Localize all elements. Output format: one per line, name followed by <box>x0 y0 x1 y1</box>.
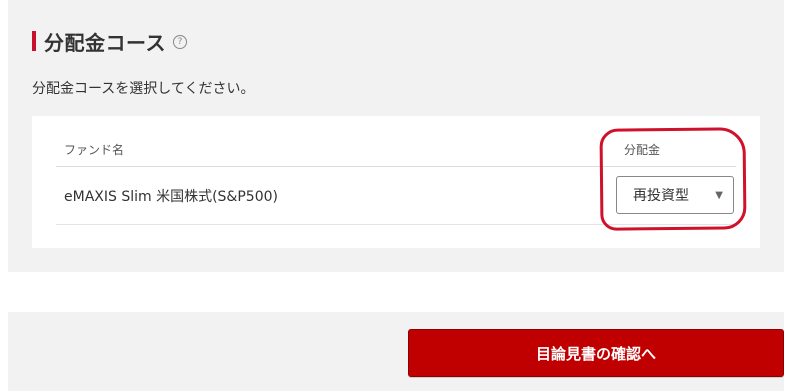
help-icon[interactable]: ? <box>173 35 187 49</box>
header-fund-name: ファンド名 <box>64 143 125 157</box>
section-title: 分配金コース ? <box>32 30 187 55</box>
confirm-prospectus-button[interactable]: 目論見書の確認へ <box>408 329 784 377</box>
section-title-text: 分配金コース <box>44 30 166 55</box>
highlight-annotation <box>599 127 747 231</box>
fund-name-cell: eMAXIS Slim 米国株式(S&P500) <box>64 189 278 205</box>
title-accent-bar <box>32 31 36 51</box>
section-description: 分配金コースを選択してください。 <box>32 81 255 97</box>
